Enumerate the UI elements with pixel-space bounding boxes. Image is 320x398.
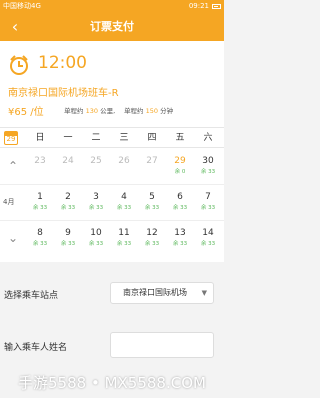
route-name: 南京禄口国际机场班车-R	[8, 88, 119, 99]
calendar-icon: 29	[4, 131, 18, 145]
date-cell[interactable]: 10 余 33	[82, 221, 110, 256]
date-cell[interactable]: 11 余 33	[110, 221, 138, 256]
date-cell[interactable]: 4余 33	[110, 185, 138, 220]
app-header: ‹ 订票支付	[0, 13, 224, 41]
date-cell-today[interactable]: 29 余 0	[166, 149, 194, 184]
watermark: 手游5588 • MX5588.COM	[18, 374, 206, 392]
page-title: 订票支付	[90, 20, 134, 33]
weekday-sun: 日	[35, 133, 45, 143]
date-cell: 26	[118, 156, 130, 166]
date-cell[interactable]: 1余 33	[26, 185, 54, 220]
alarm-clock-icon	[10, 55, 28, 75]
chevron-up-icon[interactable]: ⌃	[6, 157, 20, 175]
date-cell: 24	[62, 156, 74, 166]
station-value: 南京禄口国际机场	[123, 288, 187, 297]
date-cell[interactable]: 13 余 33	[166, 221, 194, 256]
date-cell[interactable]: 12 余 33	[138, 221, 166, 256]
date-cell: 27	[146, 156, 158, 166]
date-cell[interactable]: 5余 33	[138, 185, 166, 220]
month-label: 4月	[3, 198, 15, 206]
battery-icon	[212, 4, 221, 9]
date-cell[interactable]: 30 余 33	[194, 149, 222, 184]
calendar-week-2: 4月 1余 33 2余 33 3余 33 4余 33 5余 33 6余 33 7…	[0, 185, 224, 220]
chevron-down-icon[interactable]: ⌄	[6, 229, 20, 247]
station-select[interactable]: 南京禄口国际机场 ▼	[110, 282, 214, 304]
weekday-wed: 三	[119, 133, 129, 143]
status-time: 09:21	[188, 2, 209, 10]
passenger-name-label: 输入乘车人姓名	[4, 343, 68, 353]
weekday-fri: 五	[175, 133, 185, 143]
date-calendar: 29 日 一 二 三 四 五 六 ⌃ 23 24 25 26 27 29 余 0 …	[0, 127, 224, 262]
date-cell[interactable]: 3余 33	[82, 185, 110, 220]
weekday-tue: 二	[91, 133, 101, 143]
date-cell: 23	[34, 156, 46, 166]
departure-time: 12:00	[38, 53, 87, 73]
ticket-price: ¥65 /位	[8, 107, 44, 118]
date-cell[interactable]: 14 余 33	[194, 221, 222, 256]
date-cell[interactable]: 6余 33	[166, 185, 194, 220]
passenger-name-input[interactable]	[110, 332, 214, 358]
distance-info: 单程约 130 公里,	[64, 107, 116, 115]
weekday-thu: 四	[147, 133, 157, 143]
station-label: 选择乘车站点	[4, 291, 59, 301]
calendar-week-1: ⌃ 23 24 25 26 27 29 余 0 30 余 33	[0, 149, 224, 184]
booking-form: 选择乘车站点 南京禄口国际机场 ▼ 输入乘车人姓名	[0, 272, 224, 368]
status-bar: 中国移动4G 09:21	[0, 0, 224, 13]
carrier-label: 中国移动4G	[3, 2, 41, 10]
duration-info: 单程约 150 分钟	[124, 107, 174, 115]
date-cell[interactable]: 2余 33	[54, 185, 82, 220]
weekday-mon: 一	[63, 133, 73, 143]
caret-down-icon: ▼	[201, 289, 207, 297]
weekday-sat: 六	[203, 133, 213, 143]
date-cell[interactable]: 9余 33	[54, 221, 82, 256]
trip-info: 12:00 南京禄口国际机场班车-R ¥65 /位 单程约 130 公里, 单程…	[0, 41, 224, 127]
date-cell[interactable]: 7余 33	[194, 185, 222, 220]
calendar-week-3: ⌄ 8余 33 9余 33 10 余 33 11 余 33 12 余 33 13 余 3…	[0, 221, 224, 256]
weekday-header: 29 日 一 二 三 四 五 六	[0, 128, 224, 148]
date-cell[interactable]: 8余 33	[26, 221, 54, 256]
date-cell: 25	[90, 156, 102, 166]
